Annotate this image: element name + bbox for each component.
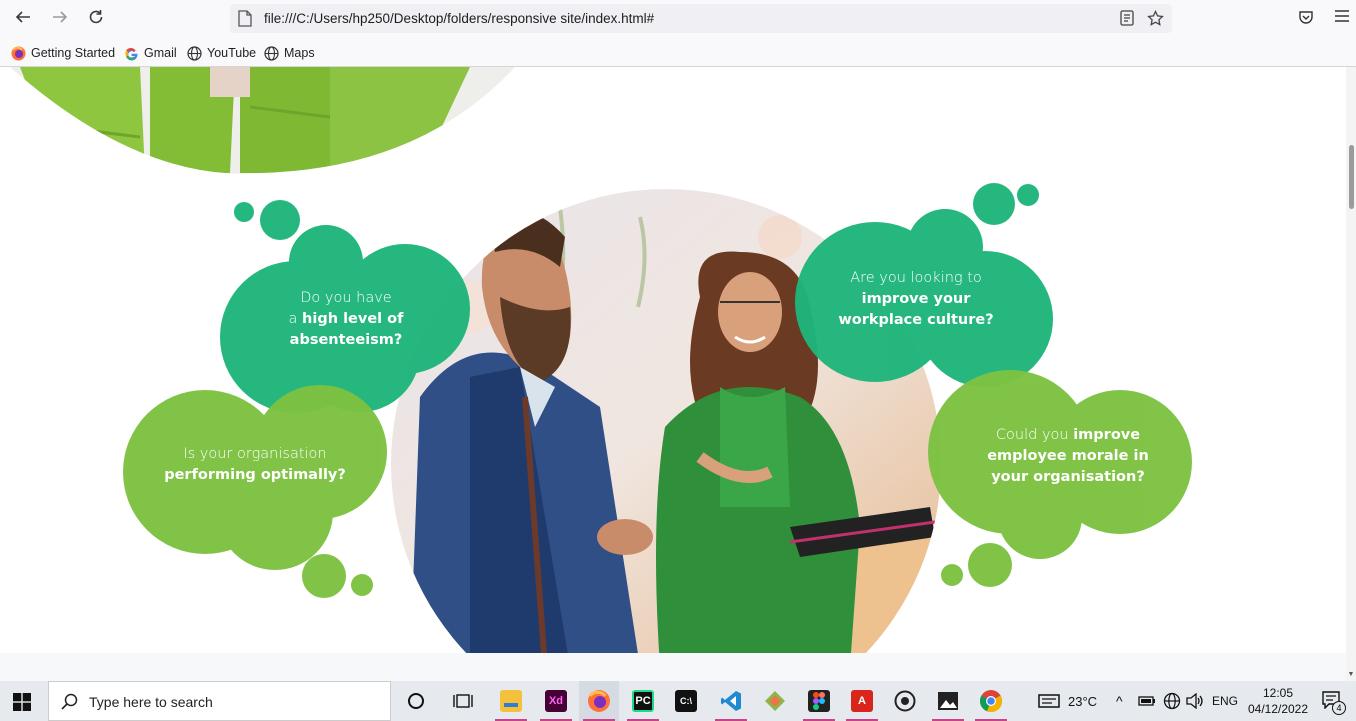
gitkraken-icon[interactable] [755, 681, 795, 721]
next-section-strip [0, 653, 1346, 681]
file-explorer-icon[interactable] [491, 681, 531, 721]
forward-arrow-icon[interactable] [48, 8, 72, 30]
url-text[interactable]: file:///C:/Users/hp250/Desktop/folders/r… [264, 11, 654, 26]
firefox-icon [11, 46, 26, 61]
reader-view-icon[interactable] [1118, 10, 1136, 28]
notification-count-badge: 4 [1332, 701, 1346, 715]
bubble-absenteeism: Do you have a high level of absenteeism? [268, 288, 424, 351]
globe-icon [187, 45, 202, 61]
bookmark-label: YouTube [207, 46, 257, 60]
bookmark-label: Maps [284, 46, 315, 60]
chrome-icon[interactable] [971, 681, 1011, 721]
bubble-line-light: Are you looking to [850, 270, 982, 286]
show-hidden-icons-chevron-icon[interactable]: ^ [1116, 681, 1123, 721]
bookmark-gmail[interactable]: Gmail [124, 44, 177, 62]
acrobat-icon[interactable]: A [842, 681, 882, 721]
browser-toolbar: file:///C:/Users/hp250/Desktop/folders/r… [0, 0, 1356, 38]
search-icon [61, 693, 78, 715]
network-globe-icon[interactable] [1163, 681, 1181, 721]
bubble-line-bold: improve your [861, 291, 971, 307]
bubble-line-light: Is your organisation [183, 446, 327, 462]
pycharm-icon[interactable]: PC [623, 681, 663, 721]
bookmark-label: Gmail [144, 46, 177, 60]
bubble-line-light: Could you [995, 427, 1074, 443]
menu-icon[interactable] [1332, 9, 1352, 29]
windows-taskbar: Type here to search Xd PC C:\ A 23°C ^ E… [0, 681, 1356, 721]
top-photo-crop [10, 67, 515, 174]
bookmark-star-icon[interactable] [1146, 9, 1164, 28]
windows-start-icon[interactable] [13, 693, 31, 711]
system-clock[interactable]: 12:05 04/12/2022 [1244, 685, 1312, 717]
weather-icon [1038, 694, 1060, 708]
search-placeholder: Type here to search [89, 694, 213, 710]
photos-icon[interactable] [928, 681, 968, 721]
bookmark-label: Getting Started [31, 46, 116, 60]
bubble-workplace: Are you looking to improve your workplac… [828, 268, 1004, 331]
clock-date: 04/12/2022 [1247, 702, 1309, 716]
bookmark-maps[interactable]: Maps [264, 44, 315, 62]
bubble-morale: Could you improve employee morale in you… [980, 425, 1156, 488]
weather-widget[interactable]: 23°C [1038, 681, 1097, 721]
scrollbar-thumb[interactable] [1349, 145, 1354, 209]
task-view-icon[interactable] [443, 681, 483, 721]
bubble-line-bold-inline: improve [1073, 427, 1141, 443]
language-indicator[interactable]: ENG [1212, 681, 1238, 721]
bubble-line-bold2: absenteeism? [289, 332, 403, 348]
notification-center-icon[interactable]: 4 [1322, 691, 1346, 715]
vertical-scrollbar[interactable]: ▼ [1346, 67, 1356, 681]
bookmark-youtube[interactable]: YouTube [187, 44, 256, 62]
hero-illustration [10, 67, 1192, 653]
bubble-line-bold: performing optimally? [164, 467, 346, 483]
obs-icon[interactable] [885, 681, 925, 721]
globe-icon [264, 45, 279, 61]
bubble-line-bold2: workplace culture? [838, 312, 994, 328]
bubble-line-bold: employee morale in [987, 448, 1149, 464]
address-bar[interactable]: file:///C:/Users/hp250/Desktop/folders/r… [230, 4, 1172, 33]
back-arrow-icon[interactable] [11, 8, 35, 30]
google-icon [124, 46, 139, 61]
page-icon [238, 10, 252, 27]
task-view-cortana-icon[interactable] [396, 681, 436, 721]
vscode-icon[interactable] [711, 681, 751, 721]
volume-icon[interactable] [1186, 681, 1204, 721]
bubble-line-bold: high level of [302, 311, 404, 327]
bookmarks-toolbar: Getting Started Gmail YouTube Maps [0, 38, 1356, 67]
bubble-performing-shape [123, 385, 387, 598]
reload-icon[interactable] [84, 8, 108, 30]
bubble-line-light: Do you have [300, 290, 392, 306]
firefox-taskbar-icon[interactable] [579, 681, 619, 721]
battery-icon[interactable] [1138, 681, 1156, 721]
bookmark-getting-started[interactable]: Getting Started [11, 44, 115, 62]
clock-time: 12:05 [1262, 686, 1294, 700]
terminal-icon[interactable]: C:\ [666, 681, 706, 721]
bubble-line-prefix: a [288, 311, 303, 327]
page-viewport: Do you have a high level of absenteeism?… [0, 67, 1346, 653]
taskbar-search-box[interactable]: Type here to search [48, 681, 391, 721]
scroll-down-arrow-icon[interactable]: ▼ [1347, 671, 1355, 679]
figma-icon[interactable] [799, 681, 839, 721]
adobe-xd-icon[interactable]: Xd [536, 681, 576, 721]
bubble-performing: Is your organisation performing optimall… [160, 444, 350, 486]
pocket-icon[interactable] [1296, 9, 1316, 29]
bubble-line-bold2: your organisation? [991, 469, 1145, 485]
weather-temperature: 23°C [1068, 693, 1098, 709]
